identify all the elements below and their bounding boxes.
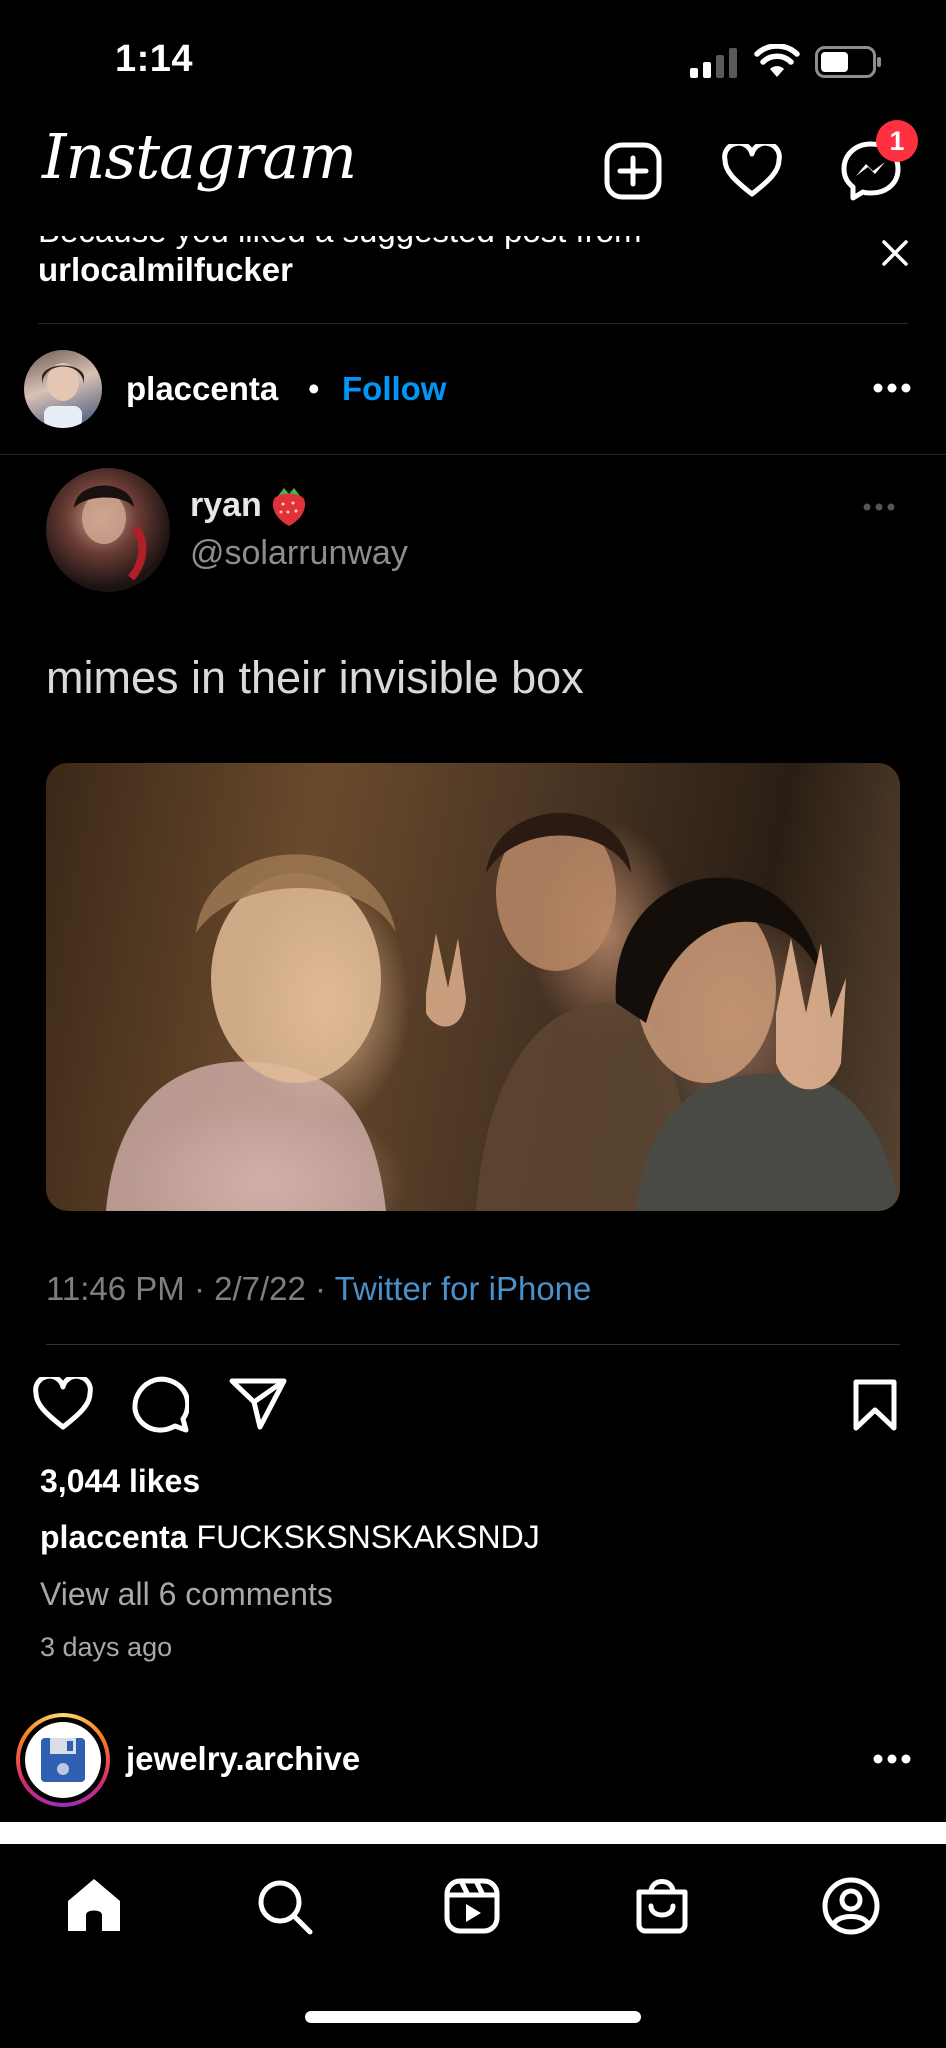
- suggestion-divider: [38, 323, 908, 324]
- home-icon[interactable]: [66, 1877, 122, 1933]
- next-post-more-icon[interactable]: [872, 1753, 912, 1765]
- share-icon[interactable]: [228, 1376, 288, 1432]
- story-ring-avatar[interactable]: [16, 1713, 110, 1807]
- messenger-badge: 1: [876, 120, 918, 162]
- more-options-icon[interactable]: [872, 382, 912, 394]
- search-icon[interactable]: [256, 1878, 314, 1936]
- tweet-divider: [46, 1344, 900, 1345]
- like-icon[interactable]: [33, 1377, 93, 1431]
- wifi-icon: [754, 44, 800, 78]
- reels-icon[interactable]: [444, 1878, 500, 1934]
- comment-icon[interactable]: [131, 1375, 189, 1433]
- tweet-more-icon: [862, 502, 896, 512]
- status-time: 1:14: [115, 38, 194, 80]
- next-post-username[interactable]: jewelry.archive: [126, 1740, 360, 1778]
- profile-icon[interactable]: [822, 1877, 880, 1935]
- save-icon[interactable]: [852, 1378, 898, 1432]
- next-post-image-edge: [0, 1822, 946, 1844]
- instagram-logo[interactable]: Instagram: [42, 120, 357, 193]
- tweet-avatar: [46, 468, 170, 592]
- strawberry-icon: [268, 484, 310, 528]
- home-indicator: [305, 2011, 641, 2023]
- caption-text: FUCKSKSNSKAKSNDJ: [196, 1519, 540, 1555]
- battery-icon: [815, 46, 883, 78]
- caption-username[interactable]: placcenta: [40, 1519, 188, 1555]
- signal-icon: [690, 48, 740, 78]
- suggestion-reason: Because you liked a suggested post from: [38, 236, 642, 250]
- tweet-source: Twitter for iPhone: [334, 1270, 592, 1307]
- avatar[interactable]: [24, 350, 102, 428]
- tweet-meta: 11:46 PM · 2/7/22 · Twitter for iPhone: [46, 1270, 591, 1308]
- new-post-icon[interactable]: [604, 142, 662, 200]
- post-header-divider: [0, 454, 946, 455]
- follow-button[interactable]: Follow: [342, 370, 446, 408]
- avatar: [25, 1722, 101, 1798]
- shop-icon[interactable]: [634, 1874, 690, 1934]
- view-all-comments[interactable]: View all 6 comments: [40, 1576, 333, 1613]
- tweet-author-name: ryan: [190, 486, 262, 524]
- tweet-text: mimes in their invisible box: [46, 652, 584, 703]
- post-time: 3 days ago: [40, 1632, 173, 1662]
- tweet-image: [46, 763, 900, 1211]
- post-username[interactable]: placcenta: [126, 370, 278, 408]
- suggestion-username[interactable]: urlocalmilfucker: [38, 251, 293, 289]
- caption: placcenta FUCKSKSNSKAKSNDJ: [40, 1519, 540, 1556]
- close-icon[interactable]: [880, 238, 910, 268]
- heart-icon[interactable]: [722, 144, 782, 198]
- likes-count[interactable]: 3,044 likes: [40, 1463, 200, 1500]
- username-separator: •: [308, 370, 320, 407]
- tweet-timestamp: 11:46 PM · 2/7/22 ·: [46, 1270, 335, 1307]
- tweet-author-handle: @solarrunway: [190, 534, 408, 572]
